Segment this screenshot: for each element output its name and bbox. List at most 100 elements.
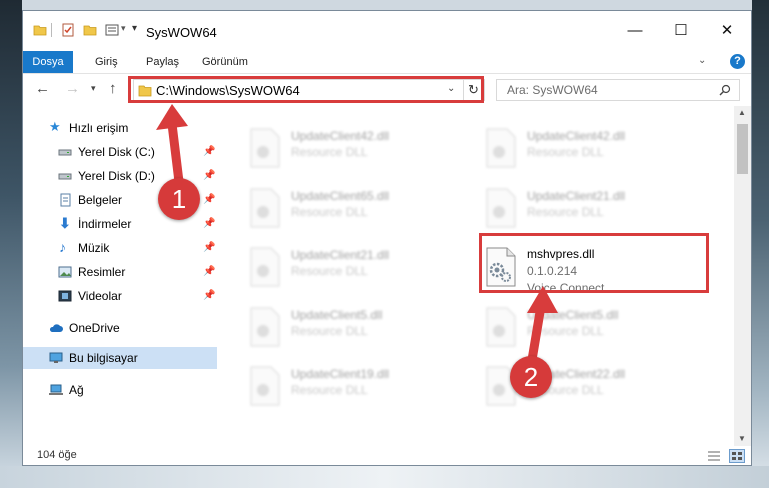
window-title: SysWOW64 (146, 25, 217, 40)
ribbon-tabs: Dosya Giriş Paylaş Görünüm ⌄ ? (23, 51, 751, 74)
drive-icon (58, 149, 72, 156)
tab-paylas[interactable]: Paylaş (146, 51, 179, 73)
star-icon: ★ (49, 119, 61, 134)
recent-locations-icon[interactable]: ▾ (91, 83, 96, 94)
sidebar-item-local-disk-c[interactable]: Yerel Disk (C:) 📌 (23, 141, 218, 163)
file-item[interactable]: UpdateClient5.dll Resource DLL (249, 303, 479, 351)
file-type: Resource DLL (291, 383, 368, 397)
minimize-button[interactable]: — (612, 19, 658, 43)
dll-file-icon (250, 128, 280, 168)
file-type: Resource DLL (527, 145, 604, 159)
file-name: UpdateClient42.dll (291, 129, 390, 143)
scroll-up-icon[interactable]: ▲ (738, 108, 746, 117)
search-placeholder: Ara: SysWOW64 (507, 83, 598, 97)
address-bar-highlight (128, 76, 484, 103)
file-item[interactable]: UpdateClient42.dll Resource DLL (485, 124, 715, 172)
title-bar: ▾ ▾ SysWOW64 — ☐ ✕ (23, 11, 751, 51)
dll-file-icon (250, 366, 280, 406)
file-type: Resource DLL (527, 324, 604, 338)
up-arrow-icon[interactable]: ↑ (109, 80, 117, 97)
pin-icon[interactable]: 📌 (203, 290, 215, 301)
file-item[interactable]: UpdateClient21.dll Resource DLL (485, 184, 715, 232)
tab-giris[interactable]: Giriş (95, 51, 118, 73)
file-highlight (479, 233, 709, 293)
properties-icon[interactable] (61, 23, 75, 37)
file-name: UpdateClient21.dll (527, 189, 626, 203)
expand-ribbon-icon[interactable]: ⌄ (698, 55, 706, 66)
sidebar-item-onedrive[interactable]: OneDrive (23, 317, 218, 339)
sidebar-item-label: İndirmeler (78, 217, 132, 231)
sidebar-item-network[interactable]: Ağ (23, 379, 218, 401)
dll-file-icon (486, 307, 516, 347)
divider (51, 23, 52, 37)
file-name: UpdateClient65.dll (291, 189, 390, 203)
pin-icon[interactable]: 📌 (203, 266, 215, 277)
dll-file-icon (250, 307, 280, 347)
sidebar-item-quick-access[interactable]: ★ Hızlı erişim (23, 117, 218, 139)
view-options-icon[interactable] (105, 23, 119, 37)
network-icon (49, 384, 63, 395)
file-name: UpdateClient5.dll (527, 308, 619, 322)
computer-icon (49, 352, 63, 363)
pin-icon[interactable]: 📌 (203, 218, 215, 229)
pin-icon[interactable]: 📌 (203, 170, 215, 181)
file-item[interactable]: UpdateClient42.dll Resource DLL (249, 124, 479, 172)
chevron-down-icon[interactable]: ▾ (121, 23, 126, 34)
sidebar-item-label: Videolar (78, 289, 122, 303)
navigation-pane: ★ Hızlı erişim Yerel Disk (C:) 📌 Yerel D… (23, 106, 218, 446)
sidebar-item-pictures[interactable]: Resimler 📌 (23, 261, 218, 283)
close-button[interactable]: ✕ (704, 19, 750, 43)
forward-arrow-icon[interactable]: → (65, 80, 80, 97)
cloud-icon (49, 324, 63, 332)
sidebar-item-this-pc[interactable]: Bu bilgisayar (23, 347, 217, 369)
file-item[interactable]: UpdateClient19.dll Resource DLL (249, 362, 479, 410)
tab-dosya[interactable]: Dosya (23, 51, 73, 73)
sidebar-item-music[interactable]: ♪ Müzik 📌 (23, 237, 218, 259)
sidebar-item-videos[interactable]: Videolar 📌 (23, 285, 218, 307)
customize-toolbar-icon[interactable]: ▾ (132, 23, 137, 34)
help-icon[interactable]: ? (730, 54, 745, 69)
sidebar-item-label: Yerel Disk (D:) (78, 169, 155, 183)
download-icon: ⬇ (59, 215, 71, 231)
scrollbar-thumb[interactable] (737, 124, 748, 174)
details-view-icon[interactable] (707, 450, 721, 462)
file-type: Resource DLL (291, 264, 368, 278)
dll-file-icon (486, 188, 516, 228)
tab-gorunum[interactable]: Görünüm (202, 51, 248, 73)
maximize-button[interactable]: ☐ (658, 19, 704, 43)
sidebar-item-label: Yerel Disk (C:) (78, 145, 155, 159)
file-item[interactable]: UpdateClient21.dll Resource DLL (249, 243, 479, 291)
search-input[interactable]: Ara: SysWOW64 (496, 79, 740, 101)
file-item[interactable]: UpdateClient5.dll Resource DLL (485, 303, 715, 351)
step-badge-1: 1 (158, 178, 200, 220)
vertical-scrollbar[interactable]: ▲ ▼ (734, 106, 751, 446)
desktop-background-bottom (0, 466, 769, 488)
new-folder-icon[interactable] (83, 23, 97, 37)
pin-icon[interactable]: 📌 (203, 242, 215, 253)
status-bar: 104 öğe (23, 446, 751, 465)
videos-icon (58, 290, 72, 302)
back-arrow-icon[interactable]: ← (35, 80, 50, 97)
dll-file-icon (486, 128, 516, 168)
search-icon[interactable] (719, 84, 731, 96)
file-type: Resource DLL (291, 205, 368, 219)
dll-file-icon (250, 188, 280, 228)
music-icon: ♪ (59, 239, 66, 255)
file-name: UpdateClient21.dll (291, 248, 390, 262)
desktop-background-right (752, 0, 769, 488)
item-count: 104 öğe (37, 449, 77, 461)
dll-file-icon (250, 247, 280, 287)
tiles-view-icon[interactable] (729, 449, 745, 463)
file-type: Resource DLL (291, 145, 368, 159)
pictures-icon (58, 266, 72, 278)
sidebar-item-label: OneDrive (69, 321, 120, 335)
folder-icon (33, 25, 47, 36)
desktop-background-left (0, 0, 22, 488)
documents-icon (60, 193, 71, 207)
scroll-down-icon[interactable]: ▼ (738, 434, 746, 443)
file-item[interactable]: UpdateClient65.dll Resource DLL (249, 184, 479, 232)
pin-icon[interactable]: 📌 (203, 146, 215, 157)
sidebar-item-label: Müzik (78, 241, 110, 255)
drive-icon (58, 173, 72, 180)
pin-icon[interactable]: 📌 (203, 194, 215, 205)
